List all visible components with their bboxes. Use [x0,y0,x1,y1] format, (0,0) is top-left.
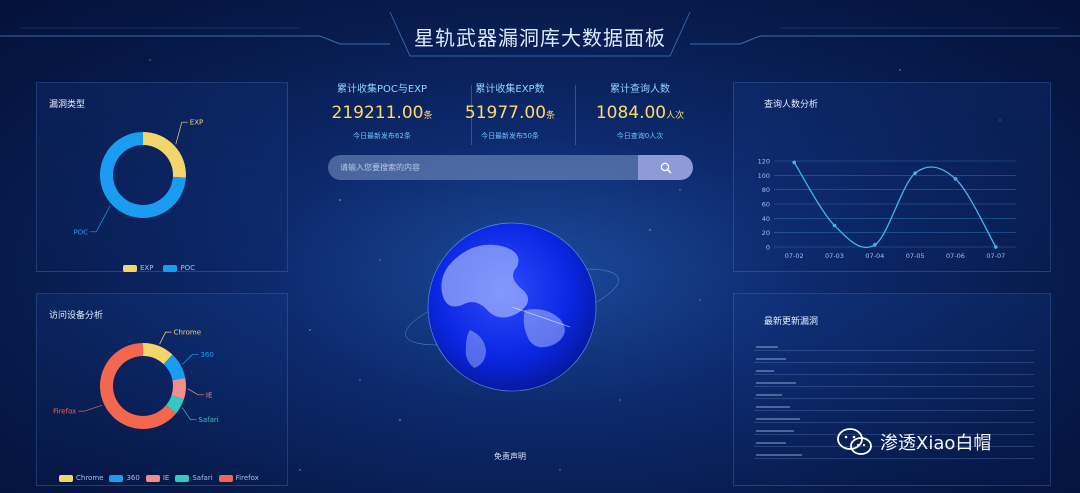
x-tick-label: 07-06 [946,252,965,260]
slice-label: POC [74,228,89,236]
stat-sub: 今日查询0人次 [616,132,664,140]
slice-label: EXP [190,119,203,127]
legend-item-360[interactable]: 360 [109,474,140,482]
slice-label: Chrome [174,329,201,337]
globe-graphic [405,222,619,392]
label-leader [182,407,197,421]
data-point[interactable] [832,223,837,228]
list-item[interactable] [756,442,786,444]
search-icon [660,162,671,173]
list-item[interactable] [756,382,796,384]
slice-label: Firefox [53,408,76,416]
query-line-chart: 0 20 40 60 80 100 120 07-02 07-03 07-04 07-05 07-06… [758,158,1016,260]
x-tick-label: 07-03 [825,252,844,260]
search-bar [328,155,693,180]
query-chart-panel: 查询人数分析 0 20 40 60 80 100 120 07-02 07-03 07-04 07-… [733,82,1051,272]
page-title: 星轨武器漏洞库大数据面板 [414,26,666,50]
stat-value: 1084.00人次 [595,103,685,123]
label-leader [187,388,204,396]
slice-label: 360 [200,351,213,359]
list-divider [754,458,1034,459]
stat-sub: 今日最新发布62条 [353,132,411,140]
legend-item-chrome[interactable]: Chrome [59,474,103,482]
slice-exp[interactable] [143,132,186,178]
data-point[interactable] [953,177,958,181]
list-item[interactable] [756,418,800,420]
stat-label: 累计收集EXP数 [475,84,545,95]
legend-item-poc[interactable]: POC [163,264,195,272]
list-divider [754,386,1034,387]
legend-item-safari[interactable]: Safari [175,474,213,482]
y-tick-label: 60 [762,201,770,209]
latest-vuln-title: 最新更新漏洞 [764,317,819,327]
list-item[interactable] [756,370,774,372]
list-item[interactable] [756,358,786,360]
device-legend: Chrome 360 IE Safari Firefox [59,474,259,482]
search-input[interactable] [328,155,638,180]
data-point[interactable] [994,245,998,249]
label-leader [159,331,172,345]
list-divider [754,398,1034,399]
y-tick-label: 120 [758,158,770,166]
y-tick-label: 20 [762,229,770,237]
label-leader [78,404,103,412]
label-leader [90,205,111,233]
stat-total-poc-exp: 累计收集POC与EXP 219211.00条 今日最新发布62条 [312,80,452,141]
disclaimer-link[interactable]: 免责声明 [470,451,550,462]
watermark-text: 渗透Xiao白帽 [880,433,992,454]
list-item[interactable] [756,454,802,456]
list-divider [754,350,1034,351]
y-tick-label: 100 [758,172,770,180]
stat-label: 累计收集POC与EXP [336,84,428,95]
vuln-type-panel: 漏洞类型 EXP POC EXP POC [36,82,288,272]
wechat-icon [837,428,872,455]
list-divider [754,410,1034,411]
data-point[interactable] [873,243,877,247]
stat-total-queries: 累计查询人数 1084.00人次 今日查询0人次 [570,80,710,141]
label-leader [182,353,199,365]
list-divider [754,374,1034,375]
x-tick-label: 07-07 [986,252,1005,260]
latest-vuln-panel: 最新更新漏洞 [733,293,1051,486]
header: 星轨武器漏洞库大数据面板 [0,0,1080,70]
legend-item-exp[interactable]: EXP [123,264,153,272]
y-tick-label: 80 [762,186,770,194]
x-tick-label: 07-02 [785,252,804,260]
stat-total-exp: 累计收集EXP数 51977.00条 今日最新发布50条 [440,80,580,141]
label-leader [175,121,188,145]
x-tick-label: 07-04 [865,252,884,260]
list-divider [754,422,1034,423]
device-donut: Chrome 360 IE Safari Firefox [53,329,219,429]
list-item[interactable] [756,394,782,396]
stat-value: 219211.00条 [331,103,433,123]
y-tick-label: 0 [766,244,770,252]
x-tick-label: 07-05 [906,252,925,260]
data-point[interactable] [913,171,917,175]
list-divider [754,362,1034,363]
vuln-type-legend: EXP POC [123,264,195,272]
slice-label: Safari [198,416,218,424]
watermark: 渗透Xiao白帽 [836,427,991,457]
stat-sub: 今日最新发布50条 [481,132,539,140]
stat-label: 累计查询人数 [610,84,670,95]
y-tick-label: 40 [762,215,770,223]
device-panel: 访问设备分析 Chrome 360 IE Safari Firefox Chrome 3… [36,293,288,486]
legend-item-ie[interactable]: IE [145,474,169,482]
slice-label: IE [206,391,213,399]
list-item[interactable] [756,346,778,348]
vuln-type-donut: EXP POC [74,119,204,237]
search-button[interactable] [638,155,693,180]
data-point[interactable] [792,160,796,165]
legend-item-firefox[interactable]: Firefox [218,474,259,482]
stat-value: 51977.00条 [464,103,556,123]
list-item[interactable] [756,406,790,408]
list-item[interactable] [756,430,794,432]
